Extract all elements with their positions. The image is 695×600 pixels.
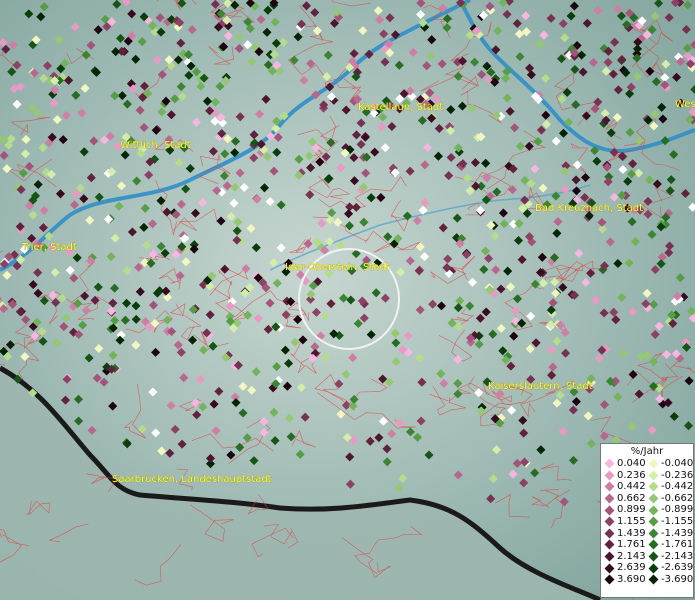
legend-negative-row: -0.899 [647,504,693,516]
legend-positive-row: 1.155 [603,516,647,528]
legend-positive-row: 2.143 [603,551,647,563]
legend-positive-swatch [604,528,615,539]
legend-negative-label: -1.761 [661,539,694,551]
legend-positive-label: 0.662 [617,492,646,504]
legend-negative-label: -0.442 [661,481,694,493]
legend-positive-swatch [604,563,615,574]
map-view[interactable]: Kastellaun, Stadt Wittlich, Stadt Bad Kr… [0,0,695,600]
legend-negative-swatch [648,540,659,550]
legend-positive-row: 0.899 [603,504,647,516]
legend-positive-label: 0.442 [617,481,646,493]
legend-positive-swatch [604,505,615,516]
legend-negative-row: -1.761 [647,539,693,551]
legend-positive-row: 0.662 [603,493,647,505]
legend-negative-row: -1.155 [647,516,693,528]
legend-negative-label: -0.236 [661,469,694,481]
legend-negative-label: -3.690 [661,573,694,585]
legend-positive-swatch [604,574,615,585]
legend-negative-row: -3.690 [647,574,693,586]
legend-negative-row: -2.639 [647,562,693,574]
legend-positive-row: 1.439 [603,528,647,540]
legend-negative-column: -0.040 -0.236 -0.442 -0.662 -0.899 -1.155 -1.4… [647,458,693,586]
legend-positive-label: 2.639 [617,562,646,574]
legend-negative-row: -0.236 [647,470,693,482]
legend-positive-label: 1.761 [617,539,646,551]
legend-negative-row: -0.662 [647,493,693,505]
legend-negative-row: -0.040 [647,458,693,470]
legend-positive-swatch [604,540,615,550]
legend-negative-swatch [648,563,659,574]
legend-positive-swatch [604,516,615,527]
legend-positive-label: 1.439 [617,527,646,539]
city-label-trier: Trier, Stadt [21,242,77,253]
legend-positive-column: 0.040 0.236 0.442 0.662 0.899 1.155 1.439 1.761… [603,458,647,586]
legend-negative-label: -0.899 [661,504,694,516]
city-label-kastellaun: Kastellaun, Stadt [358,102,443,113]
legend-positive-swatch [604,493,615,504]
legend-positive-row: 2.639 [603,562,647,574]
legend-negative-swatch [648,470,659,481]
legend-title: %/Jahr [630,446,664,457]
legend-negative-swatch [648,528,659,539]
legend-negative-label: -1.439 [661,527,694,539]
city-label-wes: Wes [675,99,695,110]
legend-positive-label: 2.143 [617,550,646,562]
legend-positive-swatch [604,551,615,562]
city-label-idar-oberstein: Idar-Oberstein, Stadt [285,262,390,273]
legend-negative-row: -2.143 [647,551,693,563]
legend-positive-row: 0.040 [603,458,647,470]
legend-positive-row: 3.690 [603,574,647,586]
legend-negative-swatch [648,516,659,527]
legend-positive-swatch [604,470,615,481]
legend-positive-swatch [604,458,615,469]
legend-negative-swatch [648,482,659,492]
city-label-wittlich: Wittlich, Stadt [120,140,191,151]
city-label-kaiserslautern: Kaiserslautern, Stadt [488,381,593,392]
legend-positive-label: 0.236 [617,469,646,481]
legend-negative-label: -0.040 [661,458,694,469]
legend-positive-row: 1.761 [603,539,647,551]
legend-negative-swatch [648,551,659,562]
city-label-saarbruecken: Saarbrücken, Landeshauptstadt [112,474,272,485]
legend-positive-label: 1.155 [617,515,646,527]
legend-positive-row: 0.442 [603,481,647,493]
city-label-bad-kreuznach: Bad Kreuznach, Stadt [535,203,643,214]
legend-positive-label: 0.040 [617,458,646,469]
legend-negative-label: -1.155 [661,515,694,527]
legend-negative-label: -2.639 [661,562,694,574]
legend-negative-swatch [648,458,659,469]
legend-negative-row: -0.442 [647,481,693,493]
legend-positive-swatch [604,482,615,492]
legend-negative-label: -2.143 [661,550,694,562]
legend-positive-row: 0.236 [603,470,647,482]
legend-positive-label: 3.690 [617,573,646,585]
legend-negative-label: -0.662 [661,492,694,504]
legend: %/Jahr 0.040 0.236 0.442 0.662 0.899 1.155 1.4… [600,443,694,598]
legend-negative-row: -1.439 [647,528,693,540]
legend-positive-label: 0.899 [617,504,646,516]
legend-negative-swatch [648,505,659,516]
legend-negative-swatch [648,574,659,585]
legend-negative-swatch [648,493,659,504]
